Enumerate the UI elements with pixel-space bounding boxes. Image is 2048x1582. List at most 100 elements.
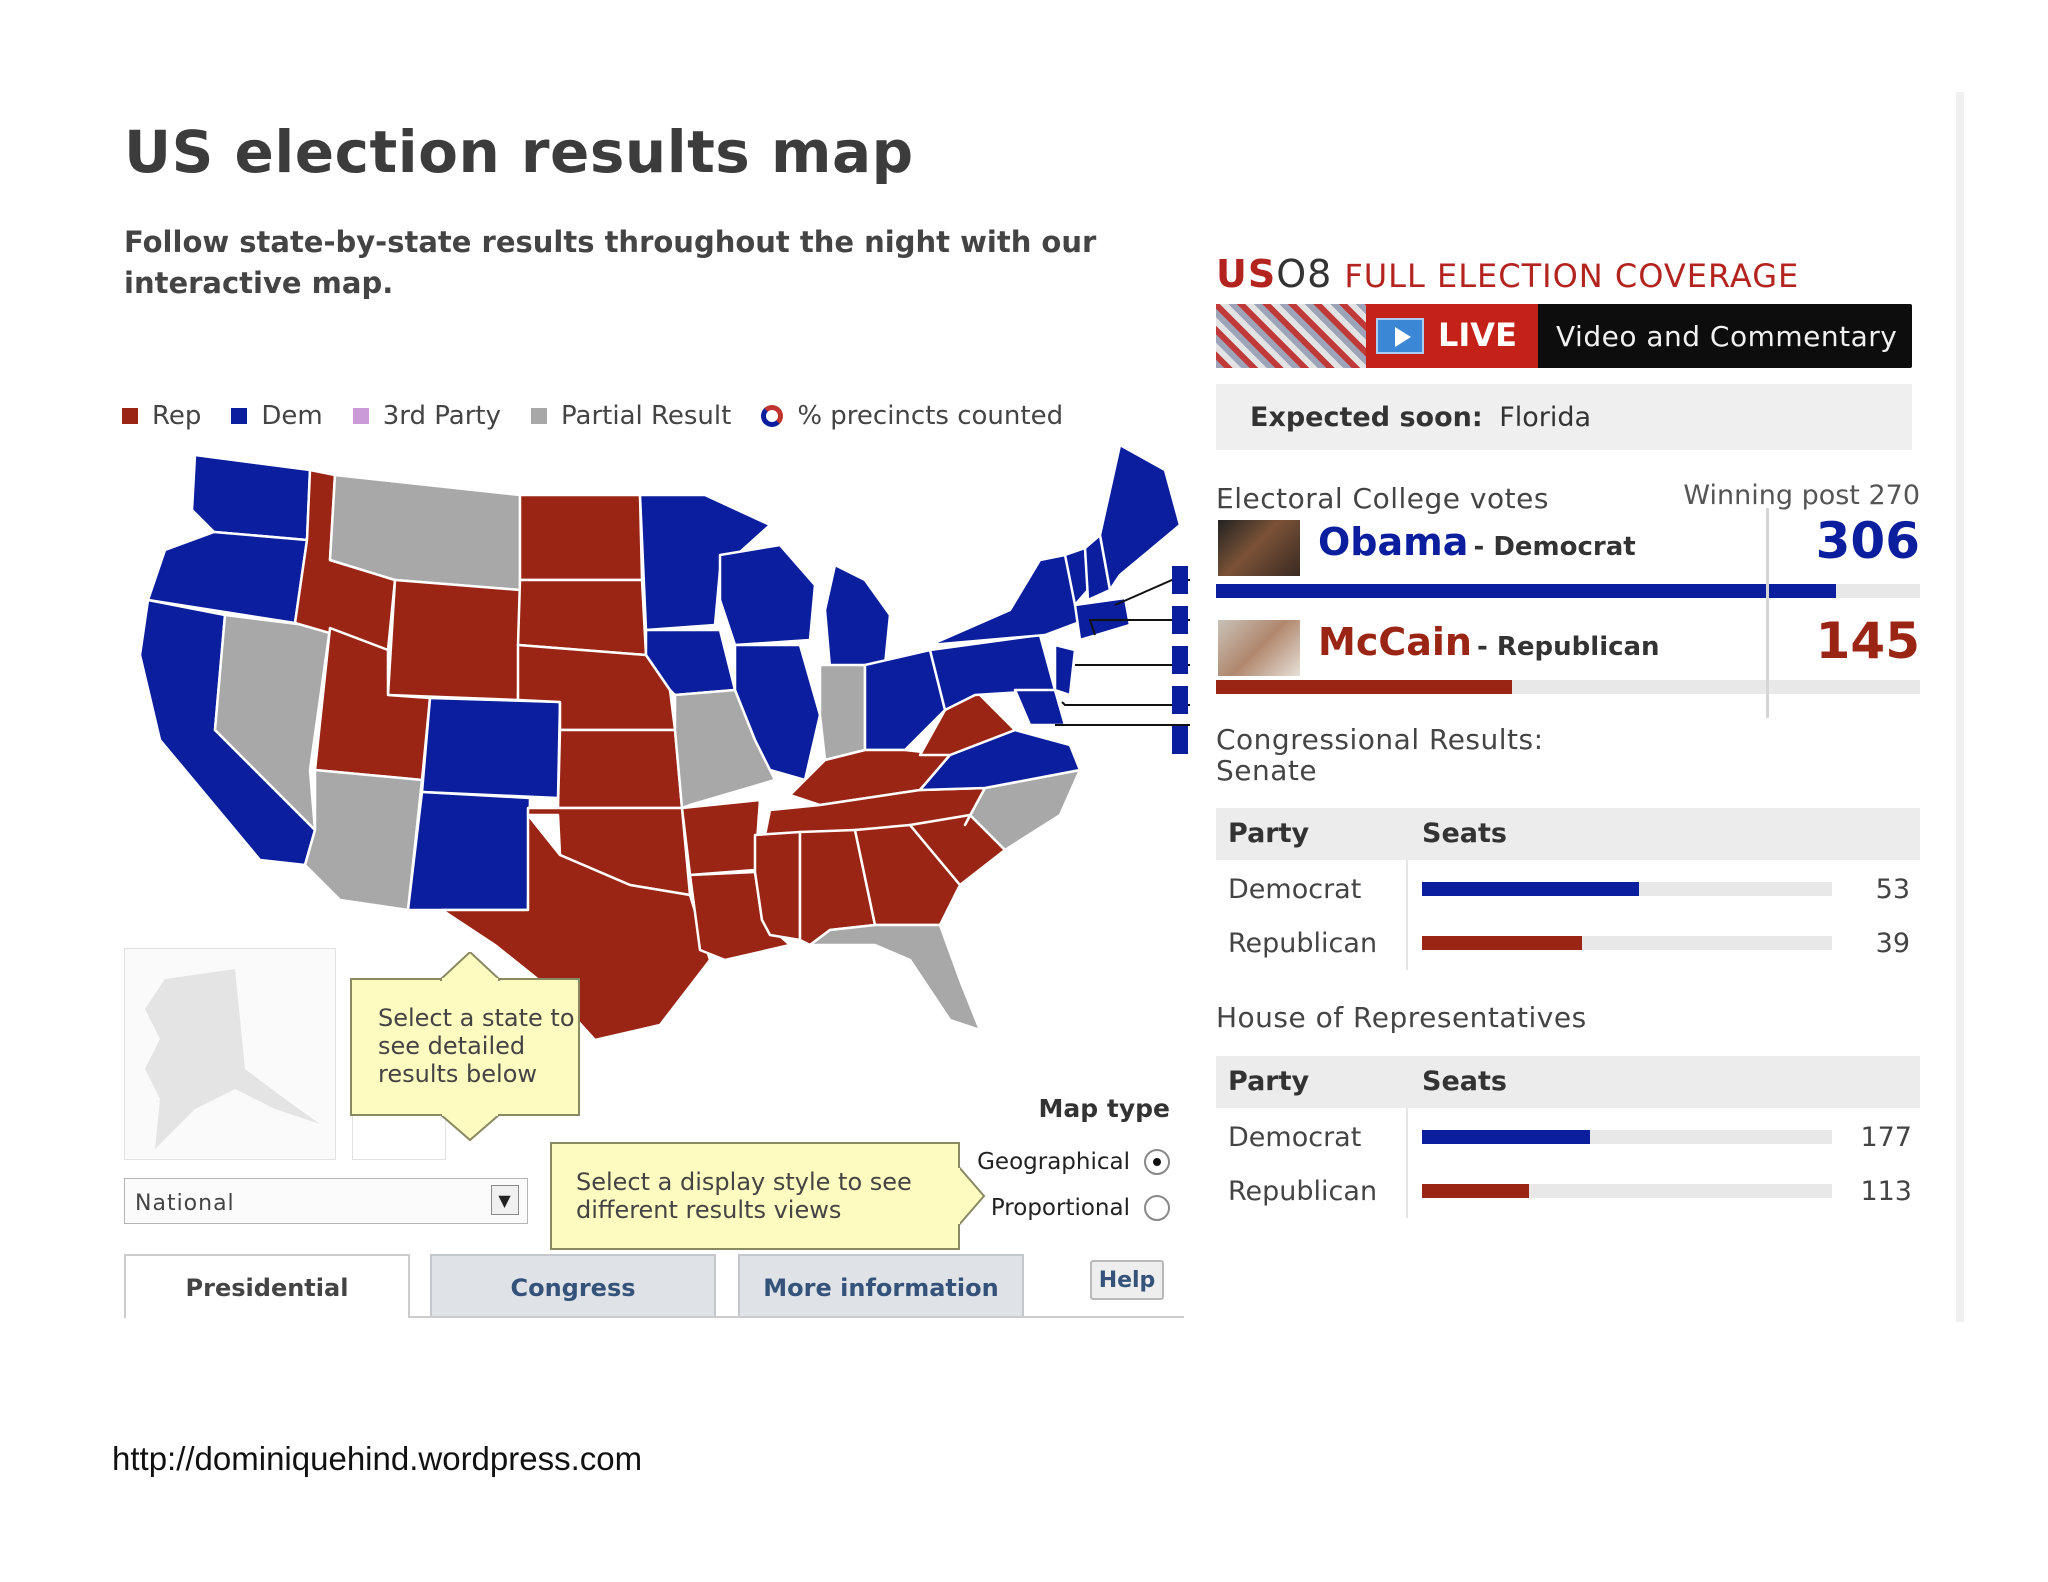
page-subtitle: Follow state-by-state results throughout… [124,225,1097,300]
small-state-marker[interactable] [1172,646,1188,674]
state-south-dakota[interactable] [516,578,648,657]
senate-row-republican-party: Republican [1228,928,1378,959]
mccain-bar-track [1216,680,1920,694]
house-divider [1406,1108,1408,1218]
small-state-marker[interactable] [1172,566,1188,594]
house-table-header: Party Seats [1216,1056,1920,1108]
house-row-democrat-party: Democrat [1228,1122,1362,1153]
expected-soon-value: Florida [1499,402,1592,433]
alaska-inset[interactable] [124,948,336,1160]
candidate-obama[interactable]: Obama - Democrat [1318,520,1636,564]
display-style-tooltip-text: Select a display style to see different … [576,1168,912,1224]
legend-label-rep: Rep [152,401,202,431]
footer-url: http://dominiquehind.wordpress.com [112,1440,643,1477]
senate-col-party: Party [1228,818,1310,849]
state-kansas[interactable] [556,728,684,810]
state-north-dakota[interactable] [518,493,644,582]
senate-republican-seats: 39 [1875,928,1910,959]
coverage-o8: O8 [1276,252,1333,296]
legend-label-3rd-party: 3rd Party [382,401,502,431]
house-republican-seats: 113 [1860,1176,1912,1207]
legend-label-precincts: % precincts counted [797,401,1064,431]
senate-table-header: Party Seats [1216,808,1920,860]
state-new-jersey[interactable] [1053,643,1077,697]
small-state-marker[interactable] [1172,606,1188,634]
obama-party: - Democrat [1473,532,1636,562]
legend-label-dem: Dem [261,401,323,431]
senate-row-democrat-party: Democrat [1228,874,1362,905]
map-type-proportional[interactable]: Proportional [940,1190,1170,1226]
house-democrat-seats: 177 [1860,1122,1912,1153]
mccain-bar [1216,680,1512,694]
tooltip-arrow-down [440,1114,500,1142]
tab-more-information[interactable]: More information [738,1254,1024,1318]
senate-democrat-bar [1422,882,1640,896]
page-title: US election results map [124,118,914,186]
select-state-tooltip: Select a state to see detailed results b… [350,978,580,1116]
state-michigan[interactable] [823,563,892,670]
small-state-marker[interactable] [1172,686,1188,714]
display-style-tooltip: Select a display style to see different … [550,1142,960,1250]
coverage-title: FULL ELECTION COVERAGE [1344,257,1800,295]
expected-soon: Expected soon: Florida [1216,384,1912,450]
legend-3rd-party: 3rd Party [352,401,502,431]
house-democrat-bar [1422,1130,1591,1144]
senate-divider [1406,860,1408,970]
legend-swatch-rep [122,408,138,424]
senate-col-seats: Seats [1422,818,1507,849]
obama-bar [1216,584,1836,598]
state-maine[interactable] [1098,443,1182,592]
chevron-down-icon[interactable]: ▼ [491,1185,519,1215]
house-republican-track [1422,1184,1832,1198]
radio-proportional[interactable] [1144,1195,1170,1221]
map-type-proportional-label: Proportional [990,1195,1130,1221]
live-video-banner[interactable]: LIVE Video and Commentary [1216,304,1912,368]
senate-republican-track [1422,936,1832,950]
candidate-mccain[interactable]: McCain - Republican [1318,620,1660,664]
tooltip-arrow-up [440,952,500,982]
state-washington[interactable] [190,453,312,542]
state-new-york[interactable] [928,553,1087,647]
legend-swatch-dem [231,408,248,424]
tab-congress[interactable]: Congress [430,1254,716,1318]
tab-presidential[interactable]: Presidential [124,1254,410,1318]
legend-swatch-3rd-party [352,408,369,424]
column-border [1956,92,1964,1322]
legend-precincts: % precincts counted [761,401,1063,431]
state-colorado[interactable] [420,696,562,800]
obama-name: Obama [1318,520,1469,564]
help-button[interactable]: Help [1090,1260,1164,1300]
state-wyoming[interactable] [386,578,522,702]
state-maryland-delaware[interactable] [1013,688,1067,727]
live-description: Video and Commentary [1556,320,1898,353]
coverage-us: US [1216,252,1277,296]
electoral-votes-label: Electoral College votes [1216,482,1549,515]
state-indiana[interactable] [818,663,867,762]
house-democrat-track [1422,1130,1832,1144]
mccain-avatar [1218,620,1300,676]
region-select-value: National [135,1191,235,1216]
play-icon[interactable] [1376,318,1424,354]
state-florida[interactable] [808,923,982,1032]
coverage-heading[interactable]: USO8 FULL ELECTION COVERAGE [1216,252,1799,296]
house-col-seats: Seats [1422,1066,1507,1097]
select-state-tooltip-text: Select a state to see detailed results b… [378,1004,575,1088]
legend-partial: Partial Result [531,401,731,431]
radio-geographical[interactable] [1144,1149,1170,1175]
small-state-marker[interactable] [1172,726,1188,754]
senate-democrat-track [1422,882,1832,896]
live-badge[interactable]: LIVE [1366,304,1538,368]
mccain-party: - Republican [1477,632,1660,662]
legend-label-partial: Partial Result [561,401,732,431]
state-wisconsin[interactable] [718,543,817,647]
state-new-mexico[interactable] [406,790,532,912]
state-alaska[interactable] [125,949,335,1159]
mccain-votes: 145 [1815,612,1920,670]
map-type-geographical[interactable]: Geographical [940,1144,1170,1180]
state-arkansas[interactable] [680,798,762,877]
winning-post-line [1766,508,1769,718]
region-select[interactable]: National ▼ [124,1178,528,1224]
obama-avatar [1218,520,1300,576]
house-title: House of Representatives [1216,1001,1587,1034]
state-arizona[interactable] [303,768,424,912]
